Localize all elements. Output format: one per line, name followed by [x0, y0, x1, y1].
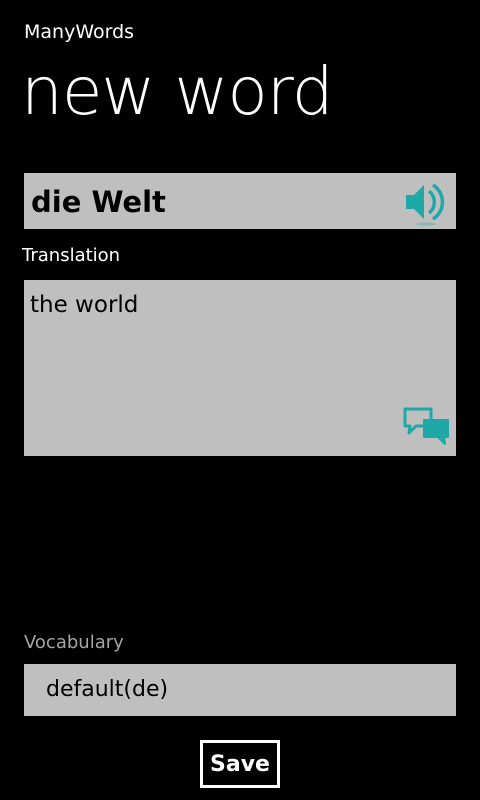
chat-bubbles-icon[interactable] — [402, 406, 452, 450]
page-title: new word — [21, 53, 334, 130]
translation-input[interactable]: the world — [24, 280, 456, 456]
vocabulary-label: Vocabulary — [24, 632, 124, 653]
translation-value: the world — [30, 292, 139, 318]
screen: ManyWords new word die Welt Translation … — [0, 0, 480, 800]
word-value: die Welt — [31, 185, 166, 219]
vocabulary-select[interactable]: default(de) — [24, 664, 456, 716]
word-input[interactable]: die Welt — [24, 173, 456, 229]
translation-label: Translation — [22, 245, 121, 266]
app-name: ManyWords — [24, 21, 135, 43]
speaker-icon[interactable] — [402, 177, 452, 227]
vocabulary-selected-value: default(de) — [46, 677, 169, 702]
save-button[interactable]: Save — [200, 740, 280, 788]
